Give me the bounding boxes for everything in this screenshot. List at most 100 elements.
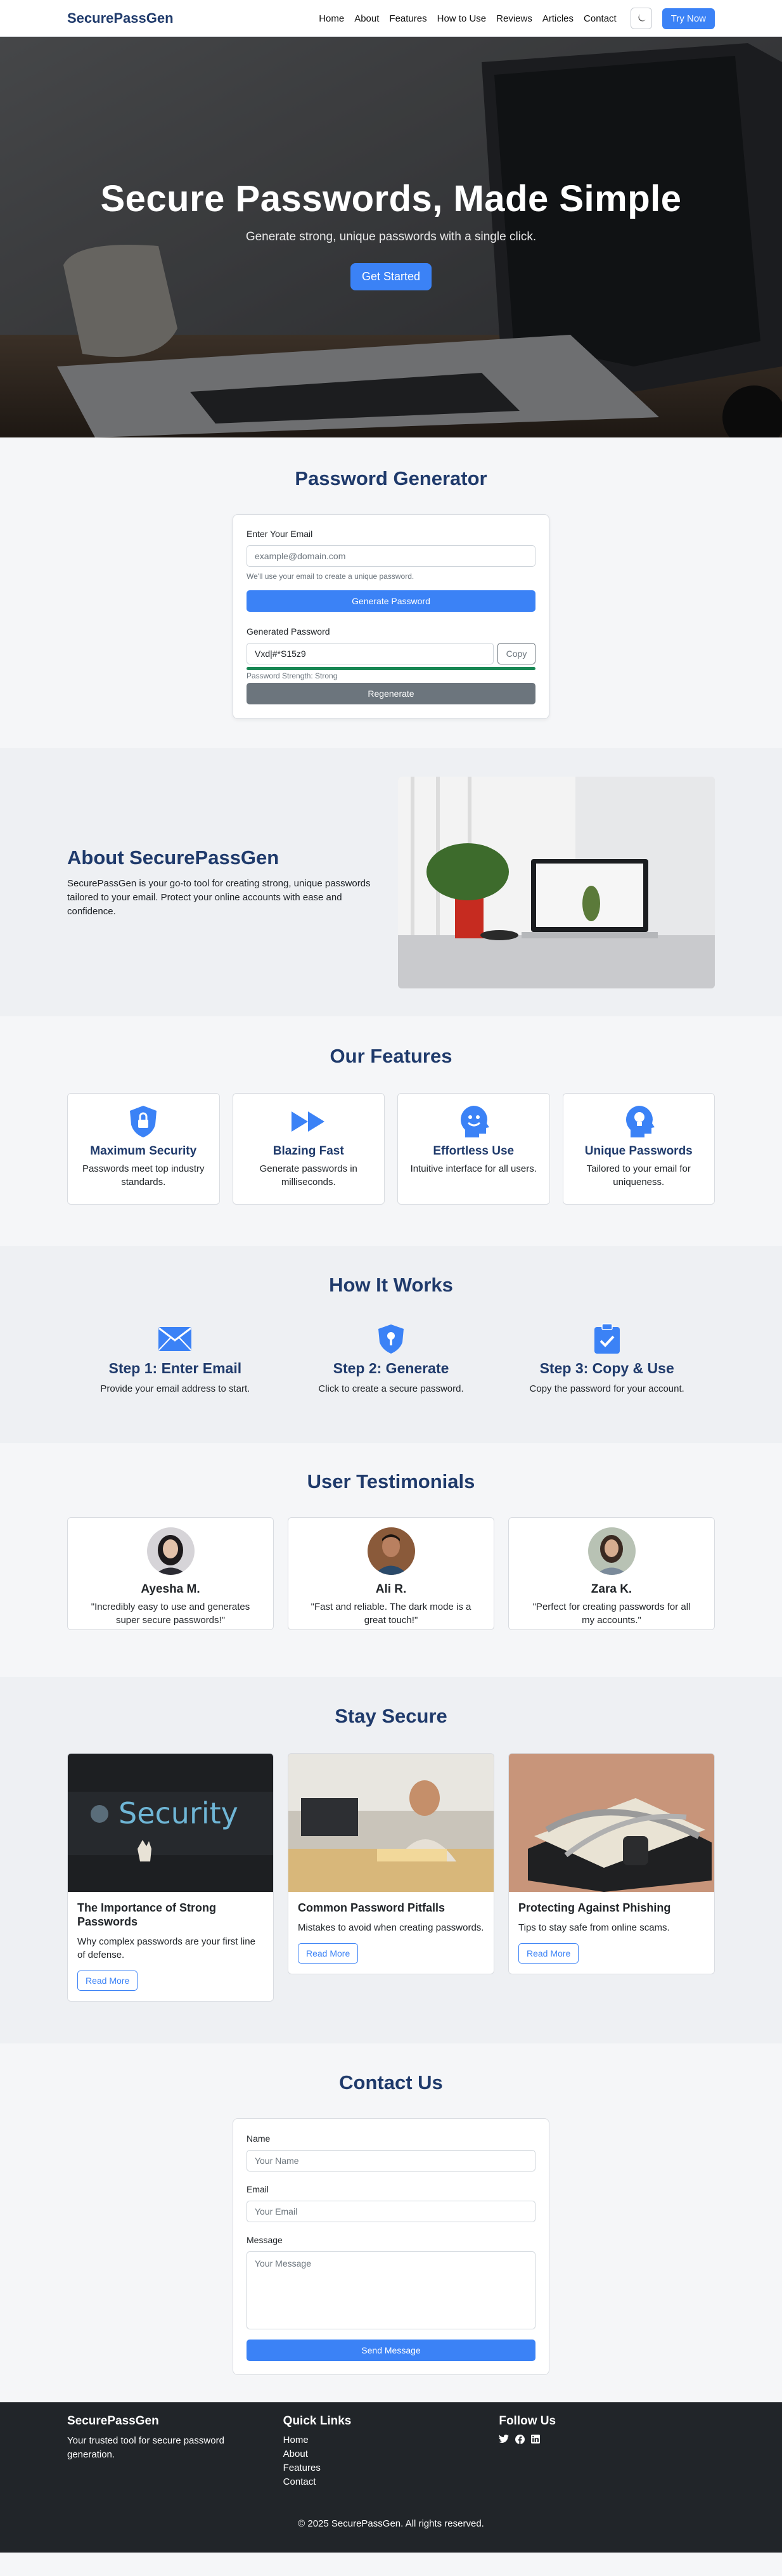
how-step: Step 1: Enter Email Provide your email a… xyxy=(67,1323,283,1394)
generator-card: Enter Your Email example@domain.com We'l… xyxy=(233,514,549,719)
facebook-icon[interactable] xyxy=(515,2435,525,2444)
article-description: Why complex passwords are your first lin… xyxy=(77,1936,255,1960)
read-more-button[interactable]: Read More xyxy=(77,1971,138,1991)
article-description: Tips to stay safe from online scams. xyxy=(518,1922,670,1933)
step-description: Copy the password for your account. xyxy=(529,1383,684,1394)
get-started-button[interactable]: Get Started xyxy=(350,263,432,290)
feature-card: Maximum Security Passwords meet top indu… xyxy=(67,1093,220,1205)
brand-logo[interactable]: SecurePassGen xyxy=(67,10,174,27)
hero-title: Secure Passwords, Made Simple xyxy=(100,178,682,219)
feature-description: Passwords meet top industry standards. xyxy=(82,1163,205,1188)
name-label: Name xyxy=(247,2133,271,2144)
footer-link-home[interactable]: Home xyxy=(283,2433,499,2447)
nav-link-about[interactable]: About xyxy=(350,13,383,24)
theme-toggle-button[interactable] xyxy=(630,8,652,29)
step-description: Provide your email address to start. xyxy=(100,1383,250,1394)
testimonial-card: Zara K. "Perfect for creating passwords … xyxy=(508,1517,715,1630)
article-title: Protecting Against Phishing xyxy=(518,1901,671,1914)
step-title: Step 2: Generate xyxy=(333,1360,449,1376)
generated-password-field[interactable]: Vxd|#*S15z9 xyxy=(247,643,494,664)
step-description: Click to create a secure password. xyxy=(318,1383,464,1394)
article-description: Mistakes to avoid when creating password… xyxy=(298,1922,484,1933)
hero-subtitle: Generate strong, unique passwords with a… xyxy=(245,230,537,243)
testimonial-quote: "Incredibly easy to use and generates su… xyxy=(91,1602,250,1626)
clipboard-check-icon xyxy=(594,1323,620,1354)
strength-bar xyxy=(247,667,535,670)
about-title: About SecurePassGen xyxy=(67,846,279,869)
articles-title: Stay Secure xyxy=(335,1705,447,1727)
feature-description: Tailored to your email for uniqueness. xyxy=(586,1163,691,1188)
testimonial-name: Zara K. xyxy=(591,1582,632,1596)
nav-link-contact[interactable]: Contact xyxy=(580,13,620,24)
footer-tagline: Your trusted tool for secure password ge… xyxy=(67,2435,224,2460)
footer-link-about[interactable]: About xyxy=(283,2447,499,2461)
contact-email-input[interactable]: Your Email xyxy=(247,2201,535,2222)
article-title: Common Password Pitfalls xyxy=(298,1901,445,1914)
copyright: © 2025 SecurePassGen. All rights reserve… xyxy=(298,2518,484,2529)
nav-link-reviews[interactable]: Reviews xyxy=(492,13,536,24)
about-text-block: About SecurePassGen SecurePassGen is you… xyxy=(67,846,383,919)
envelope-icon xyxy=(158,1327,192,1351)
nav-link-how-to-use[interactable]: How to Use xyxy=(433,13,490,24)
read-more-button[interactable]: Read More xyxy=(298,1943,359,1964)
avatar xyxy=(146,1527,195,1575)
nav-link-features[interactable]: Features xyxy=(385,13,430,24)
article-title: The Importance of Strong Passwords xyxy=(77,1901,217,1928)
how-step: Step 3: Copy & Use Copy the password for… xyxy=(499,1323,715,1394)
about-image xyxy=(398,777,715,988)
shield-key-icon xyxy=(378,1324,404,1354)
testimonials-section: User Testimonials Ayesha M. "Incredibly … xyxy=(0,1443,782,1677)
footer-follow-col: Follow Us xyxy=(499,2414,715,2489)
contact-email-label: Email xyxy=(247,2184,269,2194)
message-textarea[interactable]: Your Message xyxy=(247,2251,535,2329)
generator-section: Password Generator Enter Your Email exam… xyxy=(0,437,782,748)
smile-head-icon xyxy=(461,1106,490,1137)
feature-description: Generate passwords in milliseconds. xyxy=(259,1163,357,1188)
feature-title: Blazing Fast xyxy=(272,1144,344,1158)
testimonial-card: Ali R. "Fast and reliable. The dark mode… xyxy=(288,1517,494,1630)
footer-follow-title: Follow Us xyxy=(499,2414,556,2428)
read-more-button[interactable]: Read More xyxy=(518,1943,579,1964)
article-image-text: Security xyxy=(119,1796,238,1830)
nav-links: Home About Features How to Use Reviews A… xyxy=(315,8,715,29)
footer-quick-links-title: Quick Links xyxy=(283,2414,352,2428)
articles-grid: Security The Importance of Strong Passwo… xyxy=(67,1753,715,2002)
feature-description: Intuitive interface for all users. xyxy=(410,1163,537,1174)
email-input[interactable]: example@domain.com xyxy=(247,545,535,567)
how-step: Step 2: Generate Click to create a secur… xyxy=(283,1323,499,1394)
shield-lock-icon xyxy=(130,1106,157,1137)
testimonials-grid: Ayesha M. "Incredibly easy to use and ge… xyxy=(67,1517,715,1630)
generate-password-button[interactable]: Generate Password xyxy=(247,590,535,612)
copy-button[interactable]: Copy xyxy=(497,643,535,664)
step-title: Step 3: Copy & Use xyxy=(539,1360,674,1376)
email-label: Enter Your Email xyxy=(247,529,313,539)
contact-title: Contact Us xyxy=(339,2071,443,2094)
nav-link-articles[interactable]: Articles xyxy=(539,13,577,24)
article-card: Protecting Against Phishing Tips to stay… xyxy=(508,1753,715,1974)
feature-card: Unique Passwords Tailored to your email … xyxy=(562,1093,715,1205)
twitter-icon[interactable] xyxy=(499,2435,510,2443)
footer-link-contact[interactable]: Contact xyxy=(283,2475,499,2489)
feature-title: Effortless Use xyxy=(433,1144,515,1158)
how-title: How It Works xyxy=(329,1274,453,1296)
feature-title: Unique Passwords xyxy=(584,1144,693,1158)
how-it-works-section: How It Works Step 1: Enter Email Provide… xyxy=(0,1246,782,1443)
generated-password-label: Generated Password xyxy=(247,626,330,637)
linkedin-icon[interactable] xyxy=(531,2435,541,2443)
nav-link-home[interactable]: Home xyxy=(315,13,348,24)
hero-section: Secure Passwords, Made Simple Generate s… xyxy=(0,37,782,437)
about-section: About SecurePassGen SecurePassGen is you… xyxy=(0,748,782,1016)
step-title: Step 1: Enter Email xyxy=(108,1360,242,1376)
footer-link-features[interactable]: Features xyxy=(283,2461,499,2475)
contact-form: Name Your Name Email Your Email Message … xyxy=(233,2118,549,2375)
features-section: Our Features Maximum Security Passwords … xyxy=(0,1016,782,1246)
articles-section: Stay Secure Security The Importance of S… xyxy=(0,1677,782,2043)
regenerate-button[interactable]: Regenerate xyxy=(247,683,535,704)
moon-icon xyxy=(638,14,646,22)
send-message-button[interactable]: Send Message xyxy=(247,2340,535,2361)
how-steps: Step 1: Enter Email Provide your email a… xyxy=(67,1323,715,1394)
name-input[interactable]: Your Name xyxy=(247,2150,535,2171)
email-help-text: We'll use your email to create a unique … xyxy=(247,572,414,581)
try-now-button[interactable]: Try Now xyxy=(662,8,715,29)
feature-title: Maximum Security xyxy=(90,1144,197,1158)
